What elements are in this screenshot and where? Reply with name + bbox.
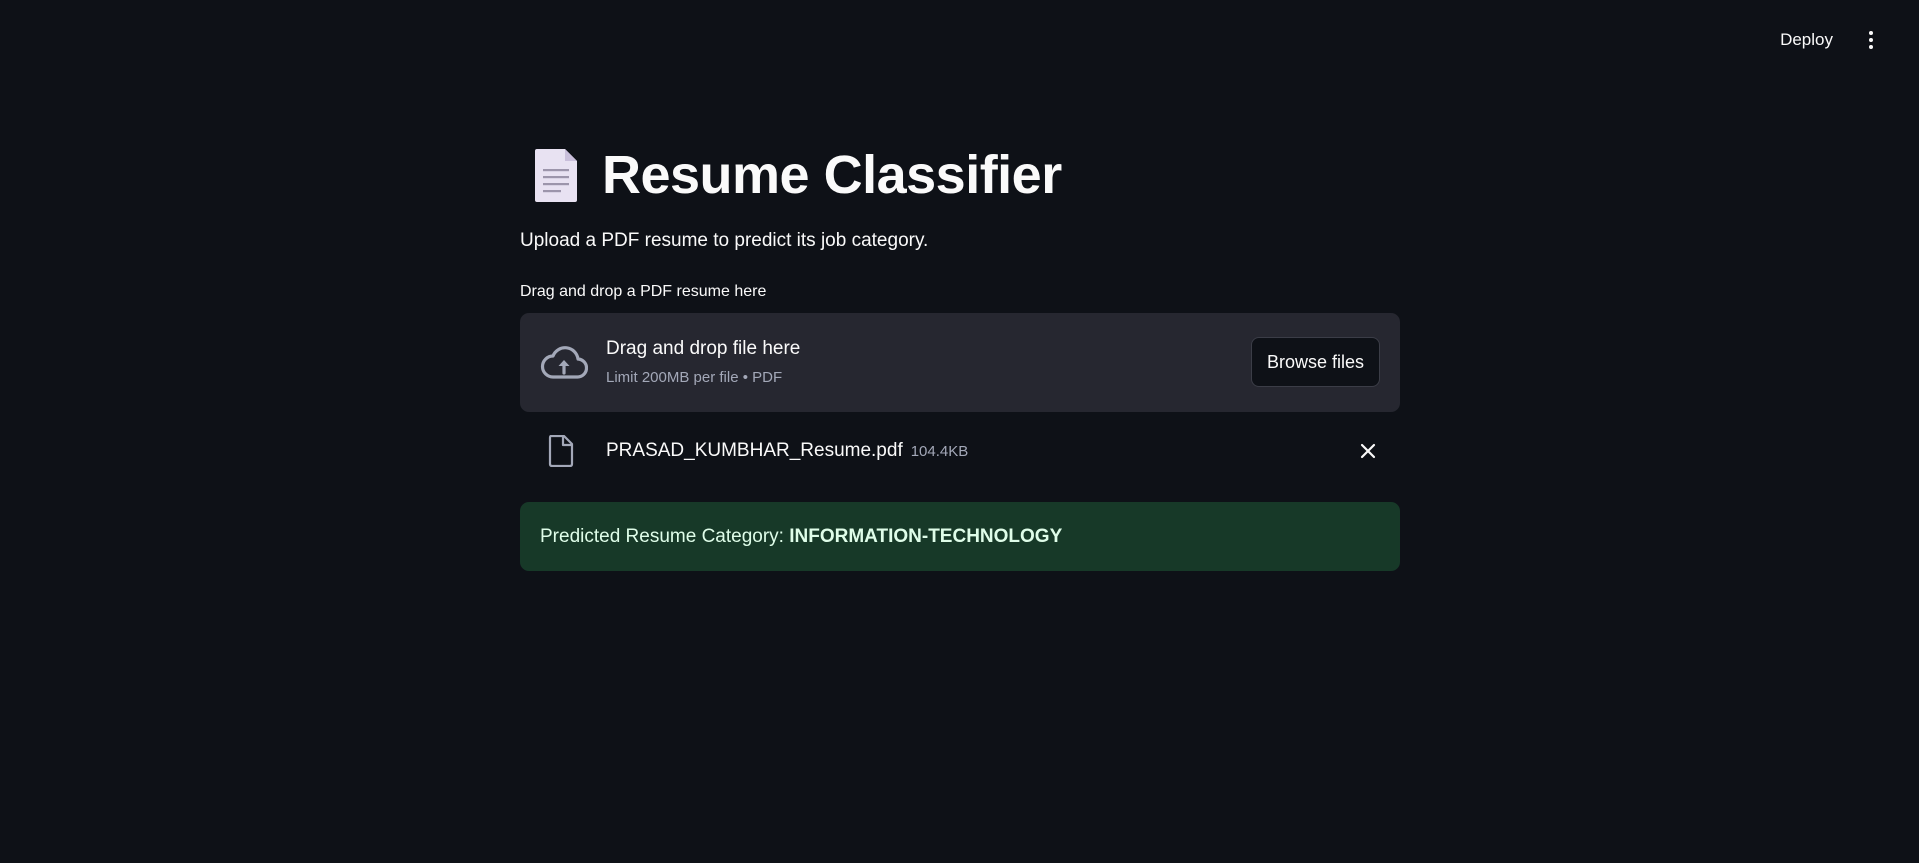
title-row: Resume Classifier xyxy=(520,140,1062,210)
uploaded-file-row: PRASAD_KUMBHAR_Resume.pdf 104.4KB xyxy=(520,432,1400,470)
uploaded-file-size: 104.4KB xyxy=(910,443,969,460)
deploy-button[interactable]: Deploy xyxy=(1774,26,1839,54)
dropzone-title: Drag and drop file here xyxy=(606,338,801,359)
page-document-icon xyxy=(535,149,577,202)
top-toolbar: Deploy xyxy=(0,0,1919,80)
page-title: Resume Classifier xyxy=(602,145,1062,205)
vertical-ellipsis-icon xyxy=(1869,31,1873,35)
cloud-upload-icon xyxy=(540,346,588,379)
main-menu-button[interactable] xyxy=(1859,26,1883,54)
prediction-result-alert: Predicted Resume Category: INFORMATION-T… xyxy=(520,502,1400,571)
file-dropzone[interactable]: Drag and drop file here Limit 200MB per … xyxy=(520,313,1400,412)
uploaded-file-info: PRASAD_KUMBHAR_Resume.pdf 104.4KB xyxy=(606,440,968,462)
browse-files-button[interactable]: Browse files xyxy=(1250,337,1380,387)
dropzone-limit: Limit 200MB per file • PDF xyxy=(606,369,783,386)
file-icon xyxy=(548,435,574,467)
prediction-label: Predicted Resume Category: xyxy=(540,526,790,547)
prediction-result-text: Predicted Resume Category: INFORMATION-T… xyxy=(540,526,1062,548)
uploaded-file-name: PRASAD_KUMBHAR_Resume.pdf xyxy=(606,440,903,461)
uploader-label: Drag and drop a PDF resume here xyxy=(520,283,767,300)
close-icon[interactable] xyxy=(1356,439,1380,463)
dropzone-text: Drag and drop file here Limit 200MB per … xyxy=(606,338,800,386)
prediction-category: INFORMATION-TECHNOLOGY xyxy=(789,526,1063,547)
page-subtitle: Upload a PDF resume to predict its job c… xyxy=(520,230,929,251)
